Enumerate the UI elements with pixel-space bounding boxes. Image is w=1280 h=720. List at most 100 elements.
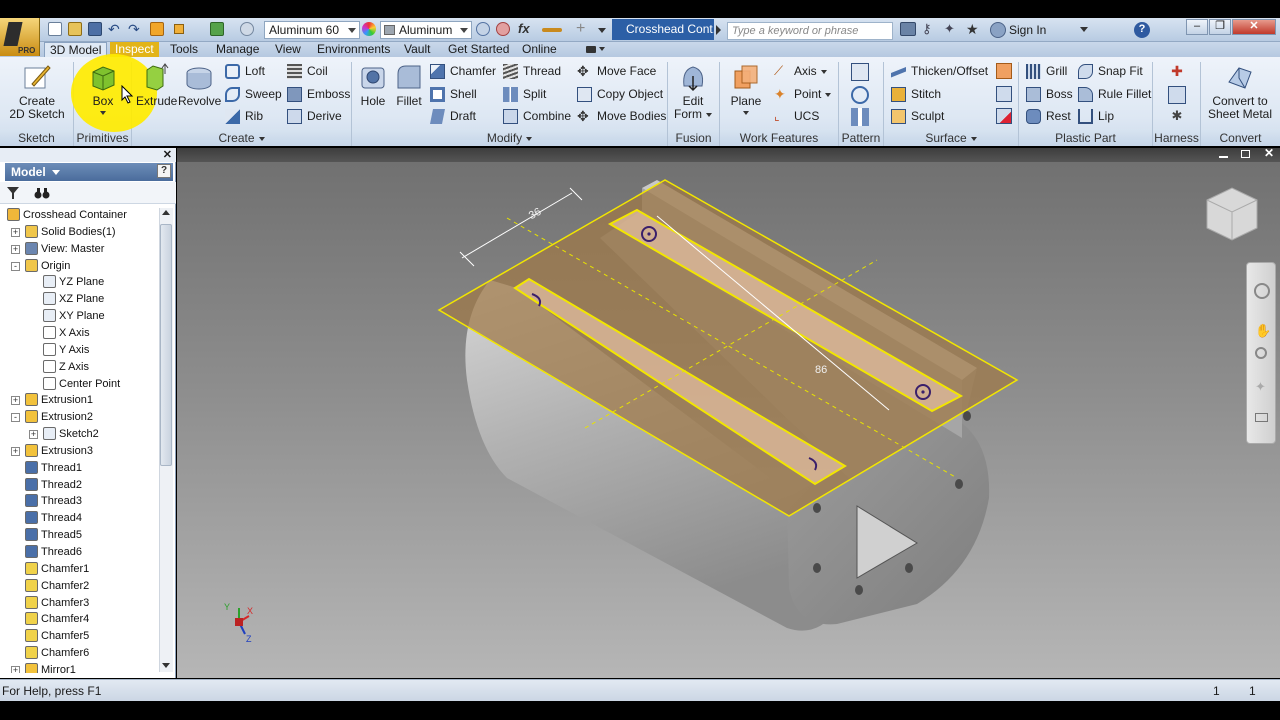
tree-node[interactable]: XY Plane	[43, 308, 105, 324]
undo-icon[interactable]: ↶	[108, 22, 124, 36]
move-face-button[interactable]: ✥ Move Face	[575, 63, 656, 81]
help-search-input[interactable]: Type a keyword or phrase	[727, 22, 893, 40]
collapse-icon[interactable]: -	[11, 413, 20, 423]
tab-tools[interactable]: Tools	[165, 42, 203, 57]
rule-fillet-button[interactable]: Rule Fillet	[1076, 86, 1151, 104]
binoculars-icon[interactable]	[900, 22, 916, 36]
favorites-star-icon[interactable]: ★	[966, 22, 982, 36]
look-at-icon[interactable]	[1255, 413, 1268, 422]
tree-node[interactable]: Y Axis	[43, 342, 89, 358]
tree-node[interactable]: Center Point	[43, 376, 120, 392]
expand-icon[interactable]: +	[11, 396, 20, 406]
key-icon[interactable]: ⚷	[922, 22, 938, 36]
group-label-create[interactable]: Create	[132, 131, 351, 146]
tab-environments[interactable]: Environments	[312, 42, 395, 57]
scroll-up-icon[interactable]	[162, 210, 170, 215]
tree-node[interactable]: Thread3	[25, 493, 82, 509]
edit-form-button[interactable]: Edit Form	[672, 62, 714, 121]
tree-node[interactable]: Extrusion3	[25, 443, 93, 459]
expand-icon[interactable]: +	[11, 665, 20, 673]
tree-node[interactable]: Extrusion1	[25, 392, 93, 408]
tree-node[interactable]: Crosshead Container	[7, 207, 127, 223]
ribbon-display-toggle-icon[interactable]	[584, 45, 608, 54]
appearance-combo[interactable]: Aluminum	[380, 21, 472, 39]
minimize-view-icon[interactable]	[1219, 156, 1228, 158]
tree-node[interactable]: Thread2	[25, 477, 82, 493]
tab-online[interactable]: Online	[517, 42, 562, 57]
revolve-button[interactable]: Revolve	[178, 62, 221, 108]
material-combo[interactable]: Aluminum 60	[264, 21, 360, 39]
emboss-button[interactable]: Emboss	[285, 86, 350, 104]
minimize-button[interactable]: –	[1186, 19, 1208, 35]
hole-button[interactable]: Hole	[356, 62, 390, 108]
extrude-button[interactable]: Extrude	[136, 62, 177, 108]
tree-node[interactable]: Z Axis	[43, 359, 89, 375]
scroll-down-icon[interactable]	[162, 663, 170, 668]
help-icon[interactable]: ?	[1134, 22, 1150, 38]
plane-button[interactable]: Plane	[725, 62, 767, 119]
tree-node[interactable]: Thread4	[25, 510, 82, 526]
tree-node[interactable]: Chamfer3	[25, 595, 89, 611]
return-icon[interactable]	[150, 22, 164, 36]
parameters-icon[interactable]: fx	[518, 22, 536, 36]
split-button[interactable]: Split	[501, 86, 546, 104]
tree-node[interactable]: Solid Bodies(1)	[25, 224, 116, 240]
customize-toolbar-icon[interactable]	[596, 22, 608, 36]
fillet-button[interactable]: Fillet	[392, 62, 426, 108]
update-icon[interactable]	[210, 22, 224, 36]
tree-node[interactable]: Chamfer2	[25, 578, 89, 594]
dimension-value-86[interactable]: 86	[815, 364, 827, 376]
steering-wheel-icon[interactable]	[1254, 283, 1270, 299]
expand-icon[interactable]: +	[11, 244, 20, 254]
save-icon[interactable]	[88, 22, 102, 36]
orbit-icon[interactable]: ✦	[1255, 379, 1266, 395]
edit-form-label-2[interactable]: Form	[672, 108, 714, 121]
expand-icon[interactable]: +	[29, 430, 38, 440]
move-bodies-button[interactable]: ✥ Move Bodies	[575, 108, 666, 126]
ucs-button[interactable]: ⌞ UCS	[772, 108, 819, 126]
redo-icon[interactable]: ↷	[128, 22, 144, 36]
tree-node[interactable]: Chamfer4	[25, 611, 89, 627]
rest-button[interactable]: Rest	[1024, 108, 1071, 126]
tab-3d-model[interactable]: 3D Model	[44, 42, 108, 57]
tree-node[interactable]: Thread1	[25, 460, 82, 476]
close-browser-icon[interactable]: ✕	[163, 148, 172, 161]
group-label-modify[interactable]: Modify	[352, 131, 667, 146]
chamfer-button[interactable]: Chamfer	[428, 63, 496, 81]
shell-button[interactable]: Shell	[428, 86, 477, 104]
tab-manage[interactable]: Manage	[211, 42, 264, 57]
stitch-button[interactable]: Stitch	[889, 86, 941, 104]
axis-button[interactable]: ⟋ Axis	[772, 63, 827, 81]
sculpt-button[interactable]: Sculpt	[889, 108, 944, 126]
new-file-icon[interactable]	[48, 22, 62, 36]
crosshair-icon[interactable]: +	[576, 21, 594, 37]
tree-node[interactable]: Sketch2	[43, 426, 99, 442]
patch-icon[interactable]	[996, 63, 1012, 79]
zoom-icon[interactable]	[1255, 347, 1267, 359]
browser-scroll-thumb[interactable]	[160, 224, 172, 466]
tab-view[interactable]: View	[270, 42, 306, 57]
application-menu-button[interactable]: PRO	[0, 18, 40, 56]
expand-icon[interactable]: +	[11, 446, 20, 456]
find-binoculars-icon[interactable]	[34, 186, 50, 200]
delete-face-icon[interactable]	[996, 108, 1012, 124]
adjust-appearance-icon[interactable]	[496, 22, 510, 36]
subscription-icon[interactable]: ✦	[944, 22, 960, 36]
draft-button[interactable]: Draft	[428, 108, 476, 126]
tree-node[interactable]: YZ Plane	[43, 274, 104, 290]
pan-hand-icon[interactable]: ✋	[1255, 323, 1271, 339]
tab-get-started[interactable]: Get Started	[443, 42, 514, 57]
tree-node[interactable]: X Axis	[43, 325, 90, 341]
close-view-icon[interactable]: ✕	[1264, 146, 1274, 160]
tree-node[interactable]: Origin	[25, 258, 70, 274]
clear-appearance-icon[interactable]	[476, 22, 490, 36]
combine-button[interactable]: Combine	[501, 108, 571, 126]
tree-node[interactable]: Chamfer5	[25, 628, 89, 644]
harness-edit-icon[interactable]	[1168, 86, 1186, 104]
harness-pin-icon[interactable]: ✱	[1168, 108, 1186, 126]
create-2d-sketch-button[interactable]: Create 2D Sketch	[6, 62, 68, 121]
lip-button[interactable]: Lip	[1076, 108, 1114, 126]
boss-button[interactable]: Boss	[1024, 86, 1073, 104]
open-folder-icon[interactable]	[68, 22, 82, 36]
tree-node[interactable]: Chamfer6	[25, 645, 89, 661]
